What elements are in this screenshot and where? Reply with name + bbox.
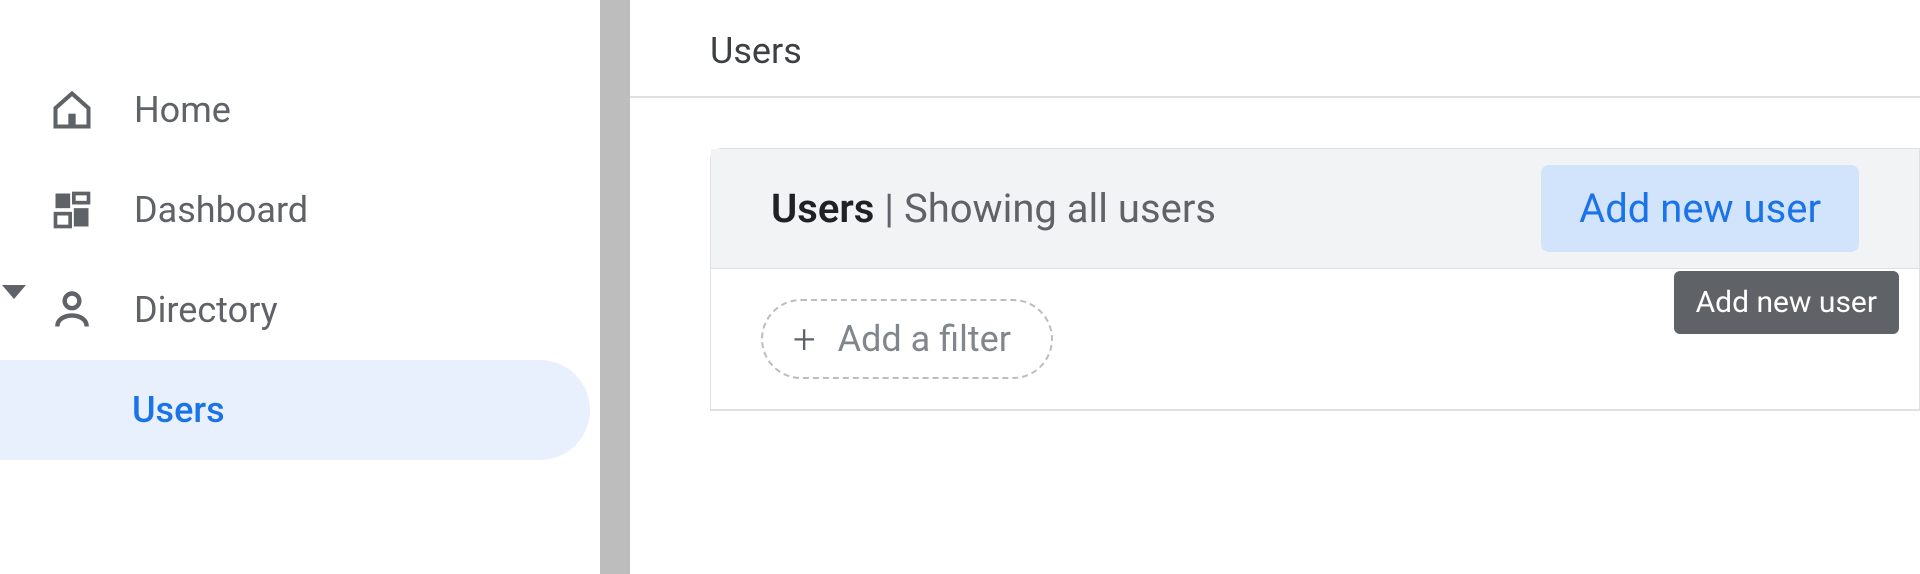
add-new-user-tooltip: Add new user	[1674, 271, 1899, 334]
card-title: Users | Showing all users	[771, 185, 1216, 232]
sidebar-item-label: Directory	[134, 289, 278, 331]
person-icon	[50, 288, 94, 332]
add-new-user-button[interactable]: Add new user	[1541, 165, 1859, 252]
sidebar-item-users[interactable]: Users	[0, 360, 590, 460]
sidebar: Home Dashboard Directory	[0, 0, 600, 574]
plus-icon: +	[793, 316, 816, 363]
home-icon	[50, 88, 94, 132]
add-filter-label: Add a filter	[838, 318, 1011, 360]
dashboard-icon	[50, 188, 94, 232]
sidebar-item-home[interactable]: Home	[0, 60, 600, 160]
users-card: Users | Showing all users Add new user A…	[710, 148, 1920, 411]
card-title-strong: Users	[771, 185, 874, 232]
page-title: Users	[630, 0, 1920, 98]
sidebar-item-label: Home	[134, 89, 231, 131]
sidebar-item-label: Dashboard	[134, 189, 308, 231]
add-filter-chip[interactable]: + Add a filter	[761, 299, 1053, 379]
chevron-down-icon[interactable]	[2, 285, 26, 299]
vertical-divider	[600, 0, 630, 574]
sidebar-item-label: Users	[132, 389, 225, 431]
sidebar-item-directory[interactable]: Directory	[0, 260, 600, 360]
main-content: Users Users | Showing all users Add new …	[630, 0, 1920, 574]
card-header: Users | Showing all users Add new user A…	[711, 149, 1919, 269]
card-title-divider: |	[874, 185, 904, 232]
card-title-rest: Showing all users	[904, 185, 1216, 232]
sidebar-item-dashboard[interactable]: Dashboard	[0, 160, 600, 260]
